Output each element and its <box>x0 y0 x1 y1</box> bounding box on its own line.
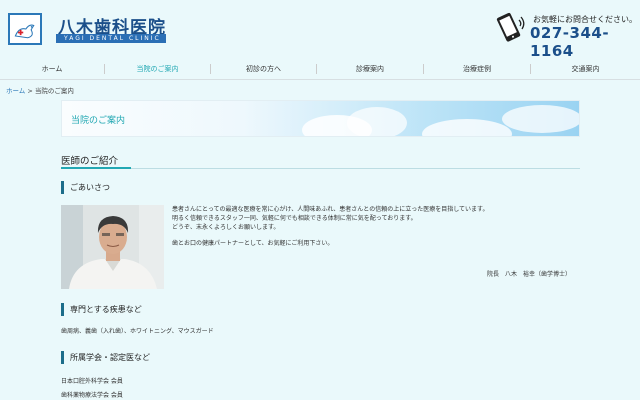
doctor-photo <box>61 205 164 289</box>
nav-item-about[interactable]: 当院のご案内 <box>105 62 210 76</box>
section-title: 医師のご紹介 <box>61 156 119 167</box>
greeting-line: 明るく信頼できるスタッフ一同、気軽に何でも相談できる体制に常に気を配っております… <box>172 215 417 222</box>
specialty-text: 歯周病、義歯（入れ歯）、ホワイトニング、マウスガード <box>61 328 214 335</box>
cloud-shape <box>502 105 579 133</box>
page-banner: 当院のご案内 <box>61 100 580 137</box>
clinic-logo[interactable] <box>8 13 42 45</box>
nav-item-home[interactable]: ホーム <box>0 62 104 76</box>
smartphone-icon <box>496 12 525 42</box>
bird-cross-icon <box>14 24 35 39</box>
nav-item-access[interactable]: 交通案内 <box>531 62 640 76</box>
nav-item-treatment[interactable]: 診療案内 <box>317 62 423 76</box>
section-rule-accent <box>61 167 131 169</box>
society-item: 日本口腔外科学会 会員 <box>61 378 123 385</box>
specialty-heading: 専門とする疾患など <box>61 303 142 316</box>
phone-number[interactable]: 027-344-1164 <box>530 24 640 60</box>
breadcrumb: ホーム > 当院のご案内 <box>6 85 74 95</box>
site-header: 八木歯科医院 YAGI DENTAL CLINIC お気軽にお問合せください。 … <box>0 0 640 60</box>
clinic-romaji: YAGI DENTAL CLINIC <box>56 34 166 43</box>
doctor-signature: 院長 八木 裕幸（歯学博士） <box>487 271 572 278</box>
nav-item-first-visit[interactable]: 初診の方へ <box>211 62 316 76</box>
global-nav: ホーム 当院のご案内 初診の方へ 診療案内 治療症例 交通案内 <box>0 62 640 76</box>
greeting-heading: ごあいさつ <box>61 181 110 194</box>
nav-underline <box>0 79 640 80</box>
cloud-shape <box>347 107 407 136</box>
page-title: 当院のご案内 <box>71 116 126 126</box>
breadcrumb-current: 当院のご案内 <box>34 87 74 95</box>
breadcrumb-separator: > <box>25 87 35 95</box>
society-heading: 所属学会・認定医など <box>61 351 150 364</box>
nav-item-cases[interactable]: 治療症例 <box>424 62 530 76</box>
breadcrumb-home-link[interactable]: ホーム <box>6 87 25 95</box>
society-item: 歯科薬物療法学会 会員 <box>61 392 123 399</box>
doctor-portrait-image <box>61 205 164 289</box>
cloud-shape <box>422 119 512 136</box>
greeting-line: 患者さんにとっての最適な医療を常に心がけ、人間味あふれ、患者さんとの信頼の上に立… <box>172 206 489 213</box>
greeting-line: 歯とお口の健康パートナーとして、お気軽にご利用下さい。 <box>172 240 334 247</box>
greeting-line: どうぞ、末永くよろしくお願いします。 <box>172 224 280 231</box>
section-rule <box>61 168 580 169</box>
